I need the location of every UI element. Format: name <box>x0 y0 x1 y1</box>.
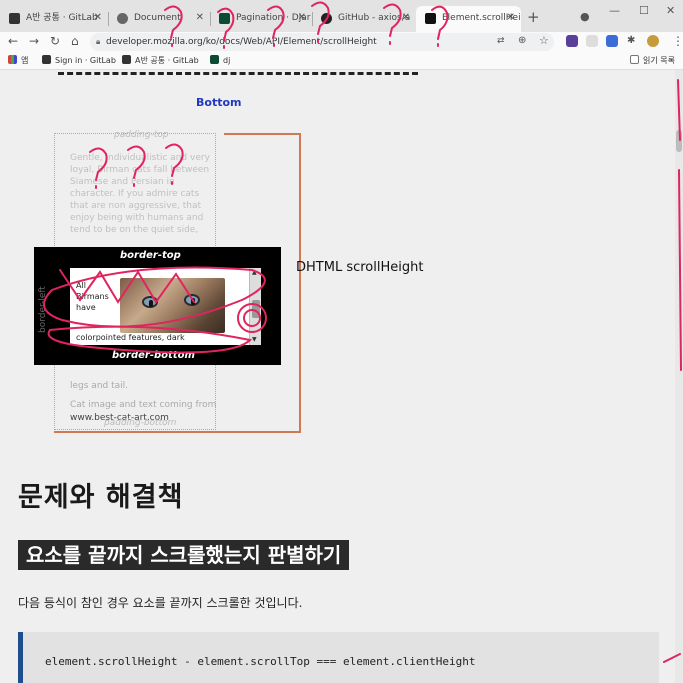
border-bottom-label: border-bottom <box>112 350 195 361</box>
close-icon[interactable]: ✕ <box>196 6 204 30</box>
cat-image <box>120 278 225 333</box>
border-top-label: border-top <box>120 250 181 261</box>
page-scrollbar-thumb[interactable] <box>676 130 682 152</box>
hidden-content-text: Gentle, individualistic and very loyal, … <box>70 153 210 235</box>
paragraph: 다음 등식이 참인 경우 요소를 끝까지 스크롤한 것입니다. <box>18 596 303 610</box>
below-text: legs and tail. <box>70 381 128 391</box>
bottom-label: Bottom <box>196 96 242 109</box>
url-text: developer.mozilla.org/ko/docs/Web/API/El… <box>106 37 377 47</box>
border-left-label: border-left <box>38 286 48 333</box>
toolbar: ← → ↻ ⌂ 🔒︎ developer.mozilla.org/ko/docs… <box>0 32 683 52</box>
reading-list-icon <box>630 55 639 64</box>
tab-element-scrollheight[interactable]: Element.scrollHei ✕ <box>416 6 521 32</box>
apps-icon <box>8 55 17 64</box>
subsection-heading: 요소를 끝까지 스크롤했는지 판별하기 <box>18 540 350 570</box>
globe-icon <box>117 13 128 24</box>
menu-icon[interactable]: ⋮ <box>672 34 683 48</box>
reading-list-label: 읽기 목록 <box>643 56 675 65</box>
tab-strip: A반 공통 · GitLab ✕ Document ✕ Pagination ·… <box>0 0 683 32</box>
scroll-up-icon[interactable]: ▲ <box>252 269 257 276</box>
client-area[interactable]: All Birmans have colorpointed features, … <box>70 268 261 345</box>
tab-github[interactable]: GitHub - axios/a ✕ <box>312 6 416 32</box>
section-heading: 문제와 해결책 <box>18 482 184 513</box>
bookmark-apps[interactable]: 앱 <box>8 55 28 66</box>
tab-gitlab[interactable]: A반 공통 · GitLab ✕ <box>0 6 108 32</box>
scrollheight-diagram: padding-top Gentle, individualistic and … <box>34 130 304 435</box>
extension-icon[interactable] <box>606 35 618 47</box>
extension-icon[interactable] <box>586 35 598 47</box>
puzzle-icon[interactable]: ✱ <box>627 35 635 46</box>
mdn-icon <box>425 13 436 24</box>
gitlab-icon <box>9 13 20 24</box>
cat-eye <box>142 296 158 308</box>
tab-document[interactable]: Document ✕ <box>108 6 210 32</box>
django-icon <box>219 13 230 24</box>
tab-title: A반 공통 · GitLab <box>26 13 98 23</box>
client-text: All Birmans have <box>76 281 109 312</box>
dhtml-scrollheight-label: DHTML scrollHeight <box>296 260 424 275</box>
extension-icon[interactable] <box>566 35 578 47</box>
padding-top-label: padding-top <box>114 130 169 140</box>
gitlab-icon <box>122 55 131 64</box>
padding-bottom-label: padding-bottom <box>104 418 177 428</box>
bookmark-label: dj <box>223 56 231 65</box>
reload-button[interactable]: ↻ <box>50 34 60 48</box>
tab-title: Document <box>134 13 181 23</box>
scroll-down-icon[interactable]: ▼ <box>252 336 257 343</box>
bookmark-gitlab-a[interactable]: A반 공통 · GitLab <box>122 55 199 66</box>
scrollbar-thumb[interactable] <box>252 300 260 318</box>
bookmark-star-icon[interactable]: ☆ <box>539 34 549 47</box>
page-scrollbar[interactable] <box>675 70 683 683</box>
cat-eye <box>184 294 200 306</box>
dashed-divider <box>58 72 418 75</box>
profile-dot-icon[interactable]: ● <box>580 10 590 23</box>
tab-pagination[interactable]: Pagination · Djar ✕ <box>210 6 312 32</box>
close-icon[interactable]: ✕ <box>298 6 306 30</box>
github-icon <box>321 13 332 24</box>
reading-list[interactable]: 읽기 목록 <box>630 55 675 66</box>
client-footer-text: colorpointed features, dark <box>76 333 185 342</box>
bookmark-label: A반 공통 · GitLab <box>135 56 199 65</box>
forward-button[interactable]: → <box>29 34 39 48</box>
avatar[interactable] <box>647 35 659 47</box>
minimize-button[interactable]: — <box>609 4 620 17</box>
address-bar[interactable]: 🔒︎ developer.mozilla.org/ko/docs/Web/API… <box>90 33 554 51</box>
lock-icon: 🔒︎ <box>96 37 101 46</box>
maximize-button[interactable]: ☐ <box>639 4 649 17</box>
code-line: element.scrollHeight - element.scrollTop… <box>45 655 476 668</box>
close-icon[interactable]: ✕ <box>402 6 410 30</box>
bookmark-gitlab-signin[interactable]: Sign in · GitLab <box>42 55 116 65</box>
diagram-scrollbar[interactable]: ▲ ▼ <box>249 268 261 345</box>
new-tab-button[interactable]: + <box>527 8 540 26</box>
zoom-icon[interactable]: ⊕ <box>518 35 526 46</box>
django-icon <box>210 55 219 64</box>
credit-prefix: Cat image and text coming from <box>70 400 217 410</box>
translate-icon[interactable]: ⇄ <box>497 36 505 46</box>
bookmark-label: 앱 <box>21 56 29 65</box>
close-window-button[interactable]: ✕ <box>666 4 675 17</box>
back-button[interactable]: ← <box>8 34 18 48</box>
code-block: element.scrollHeight - element.scrollTop… <box>18 632 659 683</box>
bookmarks-bar: 앱 Sign in · GitLab A반 공통 · GitLab dj 읽기 … <box>0 52 683 70</box>
tab-title: GitHub - axios/a <box>338 13 411 23</box>
scrollheight-baseline <box>54 431 301 433</box>
close-icon[interactable]: ✕ <box>94 6 102 30</box>
close-icon[interactable]: ✕ <box>507 6 515 30</box>
gitlab-icon <box>42 55 51 64</box>
bookmark-label: Sign in · GitLab <box>55 56 116 65</box>
bookmark-dj[interactable]: dj <box>210 55 230 65</box>
border-box: border-top border-left All Birmans have … <box>34 247 281 365</box>
home-icon[interactable]: ⌂ <box>71 34 79 48</box>
page-content: Bottom padding-top Gentle, individualist… <box>0 70 683 683</box>
